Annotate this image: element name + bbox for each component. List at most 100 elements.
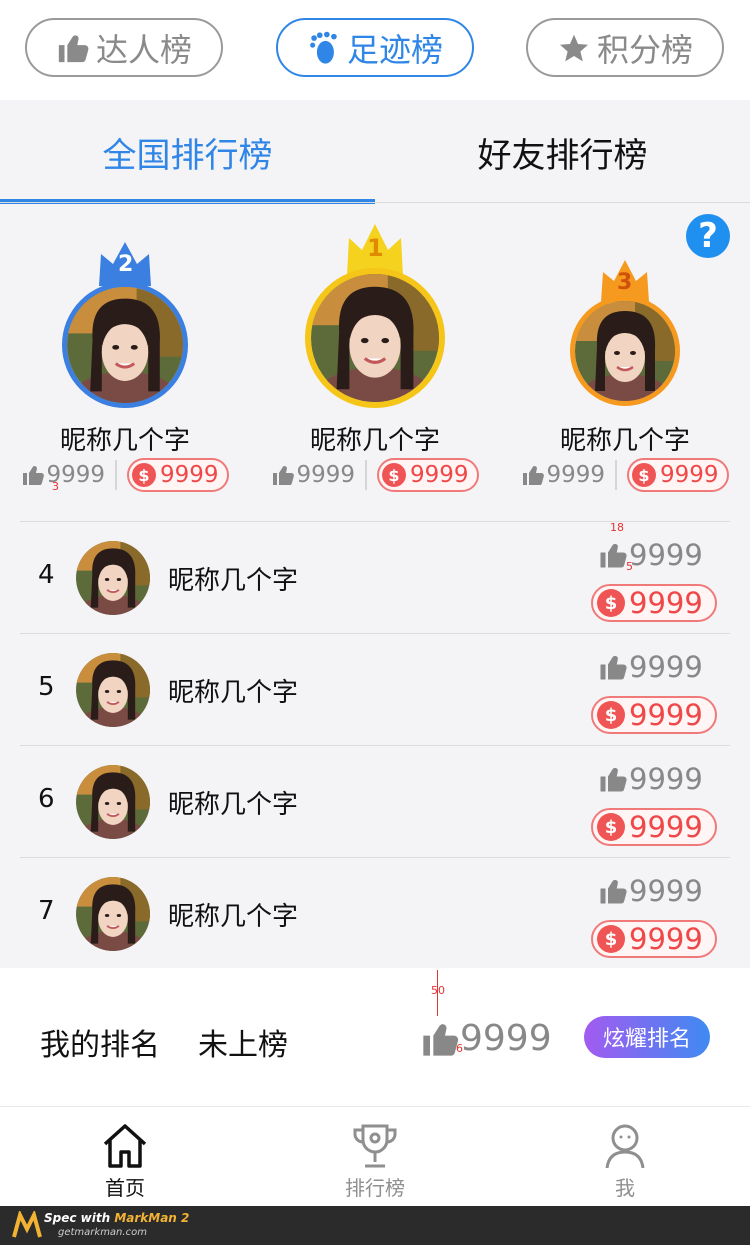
nav-me[interactable]: 我 [500, 1107, 750, 1207]
nav-ranking[interactable]: 排行榜 [250, 1107, 500, 1207]
likes-count: 9999 [629, 650, 703, 684]
spec-mark: 6 [456, 1042, 463, 1055]
stats: 9999 $ 9999 [0, 458, 250, 492]
avatar [76, 765, 150, 839]
show-off-rank-button[interactable]: 炫耀排名 [584, 1016, 710, 1058]
coin-badge: $ 9999 [627, 458, 729, 492]
rank-number: 4 [38, 560, 55, 590]
ranking-row[interactable]: 7 昵称几个字 9999 $ 9999 [20, 857, 730, 969]
nickname: 昵称几个字 [168, 790, 299, 820]
separator [615, 460, 617, 490]
likes: 9999 [271, 462, 355, 488]
coin-icon: $ [382, 463, 406, 487]
thumb-up-icon [21, 463, 45, 487]
podium-first[interactable]: 1 昵称几个字 9999 $ 9999 [250, 222, 500, 502]
trophy-icon [353, 1124, 397, 1168]
ranking-row[interactable]: 6 昵称几个字 9999 $ 9999 [20, 745, 730, 857]
likes-count: 9999 [460, 1018, 552, 1059]
thumb-up-icon [271, 463, 295, 487]
rank-number: 2 [118, 252, 134, 277]
tab-expert-board[interactable]: 达人榜 [25, 18, 223, 77]
coin-count: 9999 [629, 698, 703, 732]
likes: 9999 [21, 462, 105, 488]
likes: 9999 [598, 650, 703, 684]
coin-count: 9999 [660, 462, 719, 488]
likes-count: 9999 [629, 762, 703, 796]
tab-points-board[interactable]: 积分榜 [526, 18, 724, 77]
avatar [62, 282, 188, 408]
likes-count: 9999 [629, 538, 703, 572]
coin-count: 9999 [160, 462, 219, 488]
footer-brand: Spec with MarkMan 2 [44, 1211, 190, 1225]
podium-second[interactable]: 2 昵称几个字 9999 $ 9999 [0, 222, 250, 502]
thumb-up-icon [598, 876, 628, 906]
avatar [76, 541, 150, 615]
tab-label: 全国排行榜 [102, 135, 273, 176]
rank-number: 1 [367, 234, 384, 262]
footprint-icon [307, 31, 341, 65]
thumb-up-icon [56, 31, 90, 65]
coin-icon: $ [597, 701, 625, 729]
nickname: 昵称几个字 [59, 426, 190, 456]
nav-home[interactable]: 首页 [0, 1107, 250, 1207]
stats: 9999 $ 9999 [250, 458, 500, 492]
coin-count: 9999 [629, 922, 703, 956]
user-icon [605, 1124, 645, 1169]
nickname: 昵称几个字 [559, 426, 690, 456]
rank-number: 3 [617, 270, 633, 295]
coin-badge: $ 9999 [591, 696, 717, 734]
star-icon [557, 31, 591, 65]
tab-label: 好友排行榜 [477, 135, 648, 176]
coin-icon: $ [132, 463, 156, 487]
spec-mark: 5 [626, 560, 633, 573]
likes: 9999 [598, 538, 703, 572]
separator [365, 460, 367, 490]
podium-third[interactable]: 3 昵称几个字 9999 $ 9999 [500, 222, 750, 502]
spec-mark: 3 [52, 480, 59, 493]
spec-mark: 18 [610, 521, 624, 534]
coin-icon: $ [597, 813, 625, 841]
rank-number: 6 [38, 784, 55, 814]
spec-mark: 50 [431, 984, 445, 997]
avatar [76, 653, 150, 727]
separator [115, 460, 117, 490]
coin-badge: $ 9999 [377, 458, 479, 492]
thumb-up-icon [598, 540, 628, 570]
nav-label: 首页 [105, 1176, 145, 1200]
stats: 9999 $ 9999 [500, 458, 750, 492]
ranking-row[interactable]: 4 昵称几个字 9999 $ 9999 [20, 521, 730, 633]
my-rank-label: 我的排名 [40, 1028, 160, 1063]
nickname: 昵称几个字 [168, 902, 299, 932]
thumb-up-icon [420, 1019, 460, 1059]
tab-footprint-board[interactable]: 足迹榜 [276, 18, 474, 77]
tab-friends-ranking[interactable]: 好友排行榜 [375, 100, 750, 204]
tab-label: 达人榜 [95, 30, 192, 69]
scope-tabs: 全国排行榜 好友排行榜 [0, 100, 750, 204]
my-rank-status: 未上榜 [198, 1028, 288, 1063]
likes-count: 9999 [546, 462, 605, 488]
thumb-up-icon [521, 463, 545, 487]
tab-label: 积分榜 [596, 30, 693, 69]
coin-badge: $ 9999 [591, 584, 717, 622]
nav-label: 排行榜 [345, 1176, 405, 1200]
likes: 9999 [598, 762, 703, 796]
markman-logo-icon [12, 1211, 42, 1238]
coin-badge: $ 9999 [127, 458, 229, 492]
thumb-up-icon [598, 652, 628, 682]
coin-count: 9999 [629, 586, 703, 620]
coin-icon: $ [597, 589, 625, 617]
tab-national-ranking[interactable]: 全国排行榜 [0, 100, 375, 204]
coin-icon: $ [597, 925, 625, 953]
avatar [305, 268, 445, 408]
coin-count: 9999 [629, 810, 703, 844]
likes: 9999 [521, 462, 605, 488]
coin-icon: $ [632, 463, 656, 487]
nickname: 昵称几个字 [309, 426, 440, 456]
likes-count: 9999 [296, 462, 355, 488]
divider [0, 202, 750, 203]
coin-badge: $ 9999 [591, 920, 717, 958]
nickname: 昵称几个字 [168, 566, 299, 596]
ranking-row[interactable]: 5 昵称几个字 9999 $ 9999 [20, 633, 730, 745]
markman-footer: Spec with MarkMan 2 getmarkman.com [0, 1206, 750, 1245]
bottom-nav: 首页 排行榜 我 [0, 1106, 750, 1206]
